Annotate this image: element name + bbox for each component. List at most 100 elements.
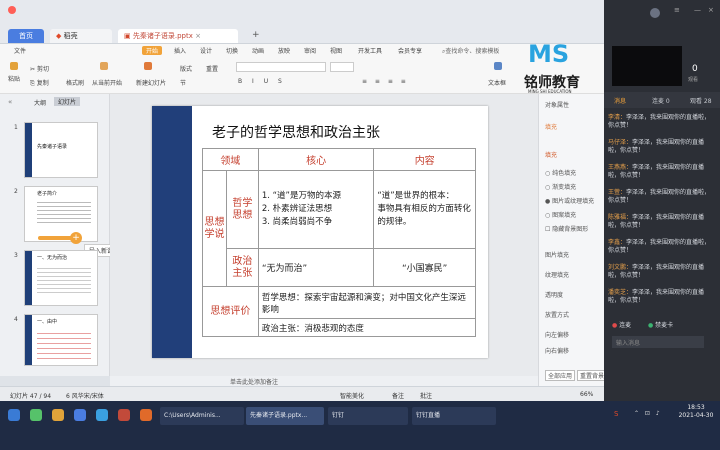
slide-thumbnail-1[interactable]: 先秦诸子语录 [24, 122, 98, 178]
header-content: 内容 [373, 148, 476, 171]
slide-thumbnail-3[interactable]: 一、无为而治 [24, 250, 98, 306]
font-size-select[interactable] [330, 62, 354, 72]
option-label: 渐变填充 [552, 184, 577, 191]
chat-author: 刘文鹏： [608, 264, 633, 271]
menu-insert[interactable]: 插入 [174, 46, 186, 55]
slide-thumbnail-4[interactable]: 一、由中 [24, 314, 98, 366]
docer-icon: ◆ [56, 32, 62, 40]
gradient-fill-option[interactable]: ○ 渐变填充 [545, 182, 576, 191]
chat-author: 李清： [608, 114, 627, 121]
mic-toggle[interactable]: ● 连麦 [612, 320, 631, 329]
picture-fill-option[interactable]: ● 图片或纹理填充 [545, 196, 594, 205]
viewer-count-label: 观看 [688, 77, 699, 83]
chat-author: 陈雅福： [608, 214, 633, 221]
copy-button[interactable]: ⎘ 复制 [30, 78, 49, 88]
menu-icon[interactable]: ≡ [674, 6, 680, 14]
menu-animation[interactable]: 动画 [252, 46, 264, 55]
sogou-icon[interactable]: S [614, 410, 618, 418]
smart-beautify-button[interactable]: 智能美化 [340, 391, 364, 400]
slide-thumbnail-2[interactable]: 老子简介 [24, 186, 98, 242]
placement-label: 放置方式 [545, 312, 570, 319]
cut-button[interactable]: ✂ 剪切 [30, 64, 49, 73]
menu-start[interactable]: 开始 [142, 46, 163, 55]
tab-linkmic[interactable]: 连麦 0 [652, 96, 670, 105]
taskbar-explorer[interactable]: C:\Users\Adminis... [160, 407, 244, 425]
new-slide-button[interactable]: 新建幻灯片 [136, 78, 166, 87]
menu-slideshow[interactable]: 放映 [278, 46, 290, 55]
zoom-level[interactable]: 66% [580, 391, 593, 398]
pattern-fill-option[interactable]: ○ 图案填充 [545, 210, 576, 219]
picture-fill-label: 图片填充 [545, 252, 570, 259]
reset-background-button[interactable]: 重置背景 [577, 370, 608, 381]
philosophy-table[interactable]: 领域 核心 内容 思想学说 哲学思想 1. “道”是万物的本源 2. 朴素辨证法… [202, 148, 477, 337]
apply-all-button[interactable]: 全部应用 [545, 370, 576, 381]
minimize-icon[interactable]: — [694, 6, 701, 14]
command-search[interactable]: ⌕查找命令、搜索模板 [442, 46, 499, 56]
from-start-button[interactable]: 从当前开始 [92, 78, 122, 87]
current-slide[interactable]: 老子的哲学思想和政治主张 领域 核心 内容 思想学说 哲学思想 1. “道”是万… [152, 106, 488, 358]
slide-title[interactable]: 老子的哲学思想和政治主张 [212, 122, 380, 142]
close-icon[interactable]: × [708, 6, 714, 14]
textbox-button[interactable]: 文本框 [488, 78, 506, 87]
chat-message: 刘文鹏：李泽泽，我来围观你的直播啦，你点赞！ [608, 264, 716, 280]
menu-devtools[interactable]: 开发工具 [358, 46, 382, 55]
start-icon[interactable] [8, 409, 20, 421]
app-icon[interactable] [30, 409, 42, 421]
tab-document[interactable]: ▣ 先秦诸子语录.pptx × [118, 29, 238, 43]
collapse-icon[interactable]: « [8, 98, 12, 106]
mute-icon: ● [648, 322, 654, 329]
notes-area[interactable]: 单击此处添加备注 [110, 376, 538, 386]
mute-card-toggle[interactable]: ● 禁麦卡 [648, 320, 673, 329]
firefox-icon[interactable] [140, 409, 152, 421]
evaluation-label: 思想评价 [202, 286, 259, 337]
taskbar-pptx[interactable]: 先秦诸子语录.pptx... [246, 407, 324, 425]
comments-button[interactable]: 批注 [420, 391, 432, 400]
section-button[interactable]: 节 [180, 78, 186, 87]
menu-file[interactable]: 文件 [14, 46, 26, 55]
tab-viewers[interactable]: 观看 28 [690, 96, 712, 105]
paste-icon[interactable] [10, 62, 18, 70]
font-family-select[interactable] [236, 62, 326, 72]
notes-button[interactable]: 备注 [392, 391, 404, 400]
fill-tab[interactable]: 填充 [545, 122, 557, 131]
chat-message: 李鑫：李泽泽，我来围观你的直播啦，你点赞！ [608, 239, 716, 255]
chat-input[interactable]: 输入消息 [612, 336, 704, 348]
menu-transition[interactable]: 切换 [226, 46, 238, 55]
tray-icons[interactable]: ⌃ ⊡ ♪ [634, 410, 662, 417]
paste-button[interactable]: 粘贴 [8, 74, 20, 83]
system-clock[interactable]: 18:53 2021-04-30 [676, 404, 716, 420]
tab-docer[interactable]: ◆ 稻壳 [50, 29, 112, 43]
chat-author: 王燕燕： [608, 164, 633, 171]
status-bar: 幻灯片 47 / 94 6 风华宋/宋体 智能美化 备注 批注 66% [0, 386, 604, 401]
cut-label: 剪切 [36, 66, 49, 73]
window-dot-icon [8, 6, 16, 14]
format-painter-button[interactable]: 格式刷 [66, 78, 84, 87]
folder-icon[interactable] [52, 409, 64, 421]
taskbar-dingtalk[interactable]: 钉钉 [328, 407, 408, 425]
tab-docer-label: 稻壳 [63, 32, 78, 40]
wps-icon[interactable] [118, 409, 130, 421]
font-style-buttons[interactable]: B I U S [238, 78, 286, 85]
paragraph-buttons[interactable]: ≡ ≡ ≡ ≡ [362, 78, 409, 85]
menu-view[interactable]: 视图 [330, 46, 342, 55]
layout-button[interactable]: 版式 [180, 64, 192, 73]
taskbar-dingtalk-live[interactable]: 钉钉直播 [412, 407, 496, 425]
hide-background-checkbox[interactable]: ☐ 隐藏背景图形 [545, 224, 588, 233]
outline-tab[interactable]: 大纲 [34, 98, 46, 107]
new-tab-button[interactable]: + [252, 30, 260, 40]
solid-fill-option[interactable]: ○ 纯色填充 [545, 168, 576, 177]
tab-home[interactable]: 首页 [8, 29, 44, 43]
tab-messages[interactable]: 消息 [614, 96, 626, 105]
chat-controls: ● 连麦 ● 禁麦卡 输入消息 [604, 316, 720, 354]
slides-tab[interactable]: 幻灯片 [54, 97, 81, 106]
chrome-icon[interactable] [96, 409, 108, 421]
option-label: 图案填充 [552, 212, 577, 219]
menu-review[interactable]: 审阅 [304, 46, 316, 55]
add-slide-button[interactable]: + [70, 232, 82, 244]
close-tab-icon[interactable]: × [195, 32, 201, 40]
browser-icon[interactable] [74, 409, 86, 421]
menu-member[interactable]: 会员专享 [398, 46, 422, 55]
menu-bar: 文件 开始 插入 设计 切换 动画 放映 审阅 视图 开发工具 会员专享 ⌕查找… [0, 44, 604, 58]
menu-design[interactable]: 设计 [200, 46, 212, 55]
reset-button[interactable]: 重置 [206, 64, 218, 73]
